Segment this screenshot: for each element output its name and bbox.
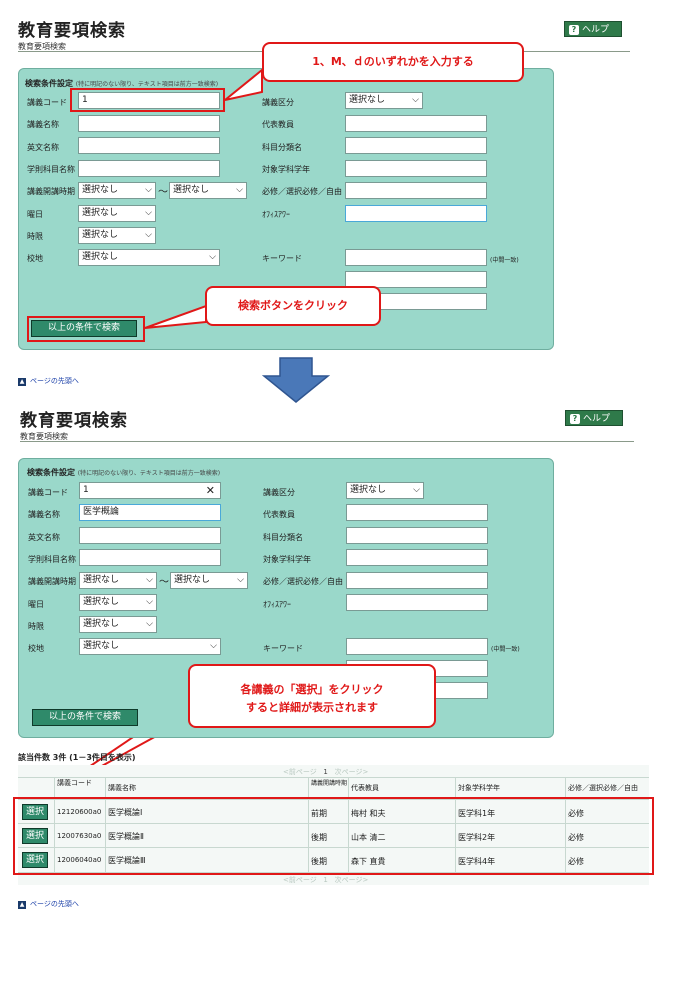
chevron-down-icon: ⌵: [146, 575, 153, 585]
subject-class-input-2[interactable]: [346, 527, 488, 544]
header-divider-2: [20, 441, 634, 442]
label-teacher-2: 代表教員: [263, 510, 295, 519]
header-required: 必修／選択必修／自由: [568, 784, 638, 792]
label-target-2: 対象学科学年: [263, 555, 311, 564]
label-subject-name-2: 学則科目名称: [28, 555, 76, 564]
course-code-input-2[interactable]: 1 ✕: [79, 482, 221, 499]
chevron-down-icon: ⌵: [210, 641, 217, 651]
label-course-code-2: 講義コード: [28, 488, 68, 497]
callout-select-hint: 各講義の「選択」をクリック すると詳細が表示されます: [188, 664, 436, 728]
english-name-input-2[interactable]: [79, 527, 221, 544]
subject-name-input-2[interactable]: [79, 549, 221, 566]
page-top-link-2[interactable]: ▲ ページの先頭へ: [18, 899, 79, 909]
label-weekday-2: 曜日: [28, 600, 44, 609]
target-input-2[interactable]: [346, 549, 488, 566]
keyword-note-2: (中間一致): [491, 646, 520, 653]
header-period: 講義開講時期: [311, 780, 348, 787]
campus-select-2[interactable]: 選択なし ⌵: [79, 638, 221, 655]
header-teacher: 代表教員: [351, 784, 379, 792]
pager-next-bottom[interactable]: 次ページ>: [335, 876, 369, 884]
period-to-select-2[interactable]: 選択なし ⌵: [170, 572, 248, 589]
callout-search-hint: 検索ボタンをクリック: [205, 286, 381, 326]
up-triangle-icon: ▲: [18, 378, 26, 386]
tilde-separator-2: ～: [159, 577, 169, 588]
down-arrow-icon: [262, 357, 330, 403]
chevron-down-icon: ⌵: [146, 597, 153, 607]
label-category-2: 講義区分: [263, 488, 295, 497]
pager-top: <前ページ 1 次ページ>: [283, 767, 368, 777]
course-name-input-2[interactable]: 医学概論: [79, 504, 221, 521]
time-slot-select-2[interactable]: 選択なし ⌵: [79, 616, 157, 633]
office-hour-input-2[interactable]: [346, 594, 488, 611]
weekday-select-2[interactable]: 選択なし ⌵: [79, 594, 157, 611]
label-period-2: 講義開講時期: [28, 577, 76, 586]
label-office-hour-2: ｵﾌｨｽｱﾜｰ: [263, 600, 291, 609]
header-code: 講義コード: [57, 779, 92, 787]
label-subject-class-2: 科目分類名: [263, 533, 303, 542]
pager-page: 1: [323, 768, 328, 776]
pager-bottom: <前ページ 1 次ページ>: [283, 875, 368, 885]
chevron-down-icon: ⌵: [146, 619, 153, 629]
up-triangle-icon: ▲: [18, 901, 26, 909]
pager-prev-bottom[interactable]: <前ページ: [283, 876, 317, 884]
label-english-name-2: 英文名称: [28, 533, 60, 542]
label-required-2: 必修／選択必修／自由: [263, 577, 343, 586]
callout-input-hint: 1、M、ｄのいずれかを入力する: [262, 42, 524, 82]
period-from-select-2[interactable]: 選択なし ⌵: [79, 572, 157, 589]
highlight-results-rows: [13, 797, 654, 875]
panel-heading-2: 検索条件設定 (特に明記のない限り、テキスト項目は前方一致検索): [27, 468, 221, 477]
header-name: 講義名称: [108, 784, 136, 792]
pager-next[interactable]: 次ページ>: [335, 768, 369, 776]
help-button-2[interactable]: ? ヘルプ: [565, 410, 623, 426]
required-input-2[interactable]: [346, 572, 488, 589]
label-course-name-2: 講義名称: [28, 510, 60, 519]
pager-page-bottom: 1: [323, 876, 328, 884]
page-top-link-1[interactable]: ▲ ページの先頭へ: [18, 376, 79, 386]
label-keyword-2: キーワード: [263, 644, 303, 653]
chevron-down-icon: ⌵: [237, 575, 244, 585]
teacher-input-2[interactable]: [346, 504, 488, 521]
keyword-input-1-2[interactable]: [346, 638, 488, 655]
category-select-2[interactable]: 選択なし ⌵: [346, 482, 424, 499]
pager-prev[interactable]: <前ページ: [283, 768, 317, 776]
chevron-down-icon: ⌵: [413, 485, 420, 495]
question-icon: ?: [570, 414, 580, 424]
header-target: 対象学科学年: [458, 784, 500, 792]
clear-icon[interactable]: ✕: [206, 483, 215, 498]
page-title-2: 教育要項検索: [20, 411, 128, 431]
label-campus-2: 校地: [28, 644, 44, 653]
label-time-slot-2: 時限: [28, 622, 44, 631]
search-button-2[interactable]: 以上の条件で検索: [32, 709, 138, 726]
result-count: 該当件数 3件 (1－3件目を表示): [18, 753, 136, 762]
